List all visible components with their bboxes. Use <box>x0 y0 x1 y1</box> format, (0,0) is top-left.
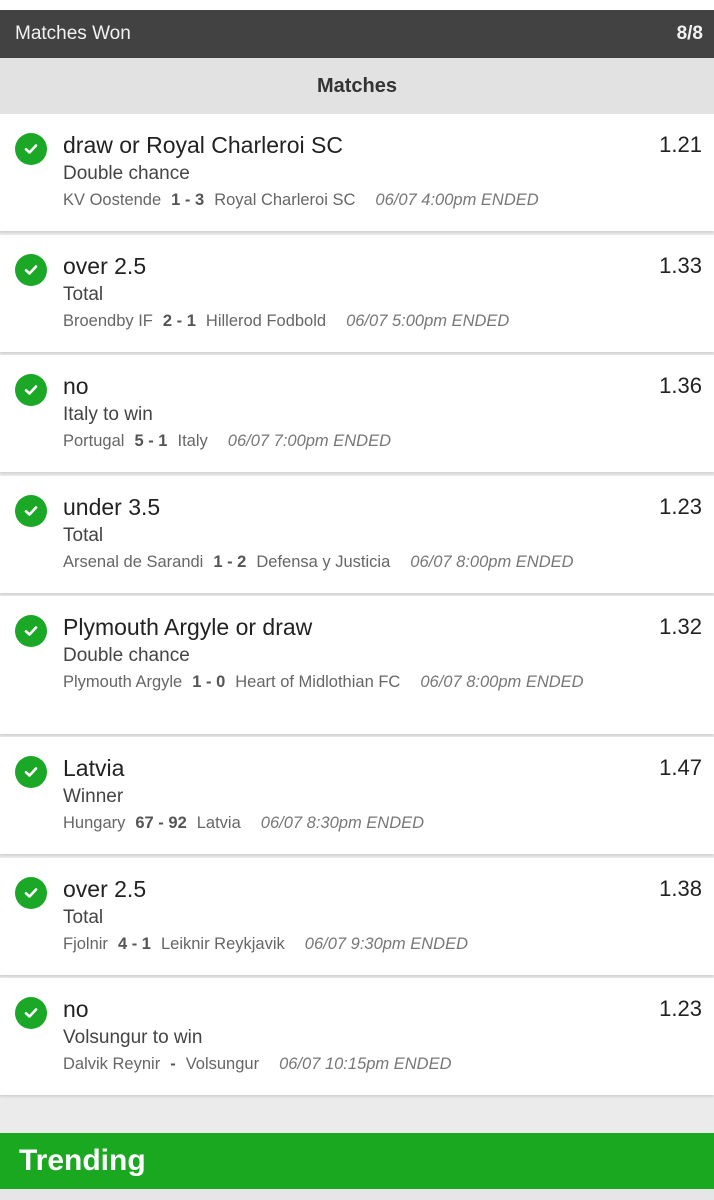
bet-selection: over 2.5 <box>63 253 147 279</box>
check-circle-icon <box>15 495 47 527</box>
match-score: 1 - 2 <box>213 553 247 571</box>
matches-won-bar: Matches Won 8/8 <box>0 10 714 58</box>
match-card[interactable]: over 2.5 1.33 Total Broendby IF 2 - 1 Hill… <box>0 235 714 352</box>
match-details: Broendby IF 2 - 1 Hillerod Fodbold 06/07 5:… <box>63 311 603 332</box>
bet-odds: 1.33 <box>659 253 702 278</box>
match-card[interactable]: over 2.5 1.38 Total Fjolnir 4 - 1 Leiknir … <box>0 858 714 975</box>
home-team: Portugal <box>63 432 125 450</box>
bet-selection: Latvia <box>63 755 125 781</box>
bet-market: Winner <box>63 786 124 807</box>
bottom-strip <box>0 1189 714 1200</box>
check-circle-icon <box>15 997 47 1029</box>
match-details: Fjolnir 4 - 1 Leiknir Reykjavik 06/07 9:30p… <box>63 934 603 955</box>
bet-odds: 1.23 <box>659 494 702 519</box>
match-score: 2 - 1 <box>162 312 196 330</box>
bet-market: Total <box>63 284 104 305</box>
match-score: 1 - 3 <box>171 191 205 209</box>
matches-section-title: Matches <box>0 58 714 114</box>
bet-selection: no <box>63 996 89 1022</box>
bet-selection: over 2.5 <box>63 876 147 902</box>
away-team: Heart of Midlothian FC <box>235 673 401 691</box>
bet-odds: 1.21 <box>659 132 702 157</box>
bet-market: Double chance <box>63 163 190 184</box>
home-team: Dalvik Reynir <box>63 1055 161 1073</box>
match-time: 06/07 8:00pm ENDED <box>420 673 584 691</box>
bet-selection: no <box>63 373 89 399</box>
bet-odds: 1.36 <box>659 373 702 398</box>
match-time: 06/07 8:30pm ENDED <box>260 814 425 832</box>
match-card[interactable]: no 1.23 Volsungur to win Dalvik Reynir - V… <box>0 978 714 1095</box>
match-time: 06/07 9:30pm ENDED <box>304 935 469 953</box>
check-circle-icon <box>15 374 47 406</box>
match-details: Arsenal de Sarandi 1 - 2 Defensa y Justici… <box>63 552 603 573</box>
bet-selection: draw or Royal Charleroi SC <box>63 132 343 158</box>
match-time: 06/07 10:15pm ENDED <box>279 1055 452 1073</box>
bet-selection: under 3.5 <box>63 494 161 520</box>
bet-odds: 1.38 <box>659 876 702 901</box>
check-circle-icon <box>15 133 47 165</box>
away-team: Volsungur <box>185 1055 260 1073</box>
match-time: 06/07 7:00pm ENDED <box>227 432 392 450</box>
check-circle-icon <box>15 756 47 788</box>
check-circle-icon <box>15 877 47 909</box>
match-details: Plymouth Argyle 1 - 0 Heart of Midlothian … <box>63 672 603 693</box>
bet-market: Volsungur to win <box>63 1027 203 1048</box>
bet-market: Italy to win <box>63 404 153 425</box>
match-score: 4 - 1 <box>117 935 151 953</box>
match-details: Dalvik Reynir - Volsungur 06/07 10:15pm END… <box>63 1054 603 1075</box>
match-time: 06/07 8:00pm ENDED <box>410 553 574 571</box>
away-team: Leiknir Reykjavik <box>160 935 285 953</box>
matches-won-label: Matches Won <box>15 23 131 44</box>
bet-odds: 1.23 <box>659 996 702 1021</box>
home-team: Broendby IF <box>63 312 153 330</box>
away-team: Italy <box>177 432 208 450</box>
match-card[interactable]: no 1.36 Italy to win Portugal 5 - 1 Italy 0… <box>0 355 714 472</box>
match-card[interactable]: Latvia 1.47 Winner Hungary 67 - 92 Latvia 0… <box>0 737 714 854</box>
home-team: Plymouth Argyle <box>63 673 183 691</box>
bet-odds: 1.47 <box>659 755 702 780</box>
home-team: Arsenal de Sarandi <box>63 553 204 571</box>
match-details: KV Oostende 1 - 3 Royal Charleroi SC 06/07 … <box>63 190 603 211</box>
match-score: - <box>170 1055 176 1073</box>
match-card[interactable]: Plymouth Argyle or draw 1.32 Double chan… <box>0 596 714 734</box>
match-card[interactable]: under 3.5 1.23 Total Arsenal de Sarandi 1… <box>0 476 714 593</box>
match-score: 1 - 0 <box>192 673 226 691</box>
bet-market: Total <box>63 525 104 546</box>
away-team: Defensa y Justicia <box>256 553 391 571</box>
match-card[interactable]: draw or Royal Charleroi SC 1.21 Double c… <box>0 114 714 231</box>
home-team: Fjolnir <box>63 935 108 953</box>
match-score: 67 - 92 <box>135 814 187 832</box>
top-strip <box>0 0 714 10</box>
away-team: Hillerod Fodbold <box>205 312 327 330</box>
check-circle-icon <box>15 615 47 647</box>
match-time: 06/07 5:00pm ENDED <box>346 312 510 330</box>
match-time: 06/07 4:00pm ENDED <box>375 191 539 209</box>
match-details: Portugal 5 - 1 Italy 06/07 7:00pm ENDED <box>63 431 603 452</box>
match-details: Hungary 67 - 92 Latvia 06/07 8:30pm ENDED <box>63 813 603 834</box>
trending-section-header[interactable]: Trending <box>0 1133 714 1189</box>
away-team: Royal Charleroi SC <box>214 191 356 209</box>
bet-selection: Plymouth Argyle or draw <box>63 614 313 640</box>
bet-market: Total <box>63 907 104 928</box>
bet-odds: 1.32 <box>659 614 702 639</box>
bet-market: Double chance <box>63 645 190 666</box>
away-team: Latvia <box>196 814 241 832</box>
check-circle-icon <box>15 254 47 286</box>
home-team: Hungary <box>63 814 126 832</box>
matches-won-count: 8/8 <box>676 23 703 44</box>
home-team: KV Oostende <box>63 191 162 209</box>
match-score: 5 - 1 <box>134 432 168 450</box>
